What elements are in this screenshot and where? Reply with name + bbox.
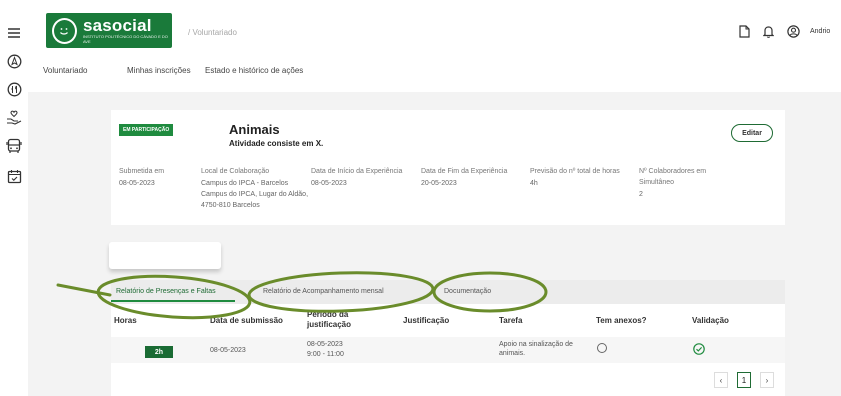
hand-heart-icon[interactable]: [5, 108, 23, 126]
nav-tab-voluntariado[interactable]: Voluntariado: [43, 66, 87, 75]
activity-card: EM PARTICIPAÇÃO Animais Atividade consis…: [111, 110, 785, 225]
edit-button[interactable]: Editar: [731, 124, 773, 142]
activity-subtitle: Atividade consiste em X.: [229, 139, 324, 148]
start-date-label: Data de Início da Experiência: [311, 168, 403, 175]
tab-documentacao[interactable]: Documentação: [444, 288, 491, 295]
user-name[interactable]: Andrio: [810, 28, 830, 35]
period-date-cell: 08-05-2023: [307, 341, 343, 348]
total-hours-label: Previsão do nº total de horas: [530, 168, 620, 175]
menu-icon[interactable]: [5, 24, 23, 42]
logo-subtitle: INSTITUTO POLITÉCNICO DO CÁVADO E DO AVE: [82, 34, 168, 44]
top-bar: sasocial INSTITUTO POLITÉCNICO DO CÁVADO…: [28, 0, 841, 92]
col-header-horas: Horas: [114, 316, 137, 325]
pager-prev-button[interactable]: ‹: [714, 372, 728, 388]
tab-acompanhamento-mensal[interactable]: Relatório de Acompanhamento mensal: [263, 288, 384, 295]
nav-tab-minhas-inscricoes[interactable]: Minhas inscrições: [127, 66, 191, 75]
document-icon[interactable]: [737, 24, 751, 38]
tab-presencas-faltas[interactable]: Relatório de Presenças e Faltas: [116, 288, 216, 295]
annotation-arrow: [56, 283, 112, 297]
location-label: Local de Colaboração: [201, 168, 270, 175]
collaborators-label: Nº Colaboradores em Simultâneo: [639, 168, 707, 186]
total-hours-value: 4h: [530, 180, 538, 187]
pager-page-button[interactable]: 1: [737, 372, 751, 388]
logo-name: sasocial: [82, 16, 152, 35]
col-header-data-submissao: Data de submissão: [210, 316, 283, 325]
pager-next-button[interactable]: ›: [760, 372, 774, 388]
hours-badge: 2h: [145, 346, 173, 358]
submitted-value: 08-05-2023: [119, 180, 155, 187]
submitted-label: Submetida em: [119, 168, 165, 175]
bus-icon[interactable]: [5, 137, 23, 155]
location-value: Campus do IPCA - Barcelos Campus do IPCA…: [201, 180, 309, 209]
col-header-tem-anexos: Tem anexos?: [596, 316, 647, 325]
col-header-tarefa: Tarefa: [499, 316, 523, 325]
activity-title: Animais: [229, 122, 280, 137]
compass-icon[interactable]: [5, 52, 23, 70]
bell-icon[interactable]: [761, 24, 775, 38]
collaborators-value: 2: [639, 191, 643, 198]
status-badge: EM PARTICIPAÇÃO: [119, 124, 174, 136]
period-time-cell: 9:00 - 11:00: [307, 351, 344, 358]
submitted-date-cell: 08-05-2023: [210, 347, 246, 354]
task-cell: Apoio na sinalização de animais.: [499, 341, 573, 357]
smiley-icon: [52, 17, 77, 44]
end-date-label: Data de Fim da Experiência: [421, 168, 508, 175]
breadcrumb[interactable]: / Voluntariado: [188, 28, 237, 37]
blank-action-button[interactable]: [109, 242, 221, 269]
validated-check-icon: [693, 342, 705, 355]
sasocial-logo[interactable]: sasocial INSTITUTO POLITÉCNICO DO CÁVADO…: [46, 13, 172, 48]
nav-tab-estado-historico[interactable]: Estado e histórico de ações: [205, 66, 303, 75]
start-date-value: 08-05-2023: [311, 180, 347, 187]
restaurant-icon[interactable]: [5, 80, 23, 98]
user-avatar-icon[interactable]: [786, 24, 800, 38]
attachments-radio[interactable]: [597, 343, 607, 353]
col-header-periodo: Período da justificação: [307, 310, 352, 329]
active-tab-indicator: [111, 300, 235, 302]
calendar-check-icon[interactable]: [5, 167, 23, 185]
end-date-value: 20-05-2023: [421, 180, 457, 187]
side-rail: [0, 0, 28, 396]
col-header-validacao: Validação: [692, 316, 729, 325]
col-header-justificacao: Justificação: [403, 316, 450, 325]
